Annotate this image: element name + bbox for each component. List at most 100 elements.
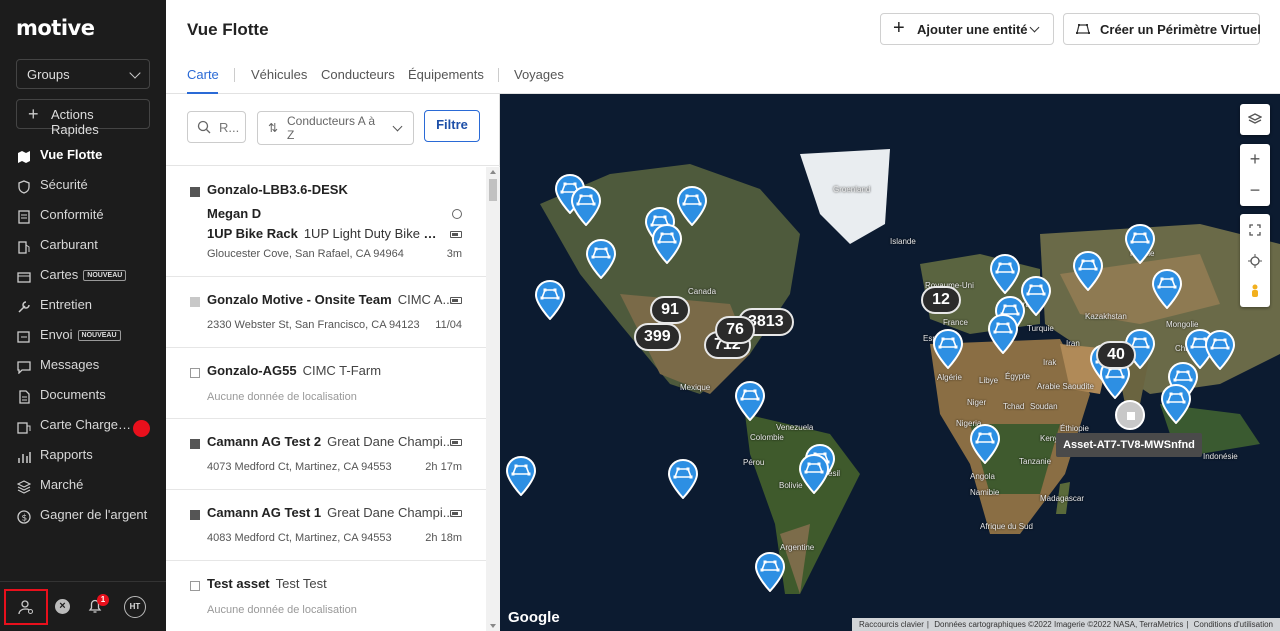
vehicle-pin-icon[interactable] bbox=[1152, 269, 1182, 309]
vehicle-pin-icon[interactable] bbox=[1161, 384, 1191, 424]
view-control bbox=[1240, 214, 1270, 307]
map-label: Argentine bbox=[780, 543, 815, 552]
sidebar-item-securite[interactable]: Sécurité bbox=[16, 172, 162, 202]
sidebar-item-envoi[interactable]: Envoi NOUVEAU bbox=[16, 322, 162, 352]
cluster-marker[interactable]: 399 bbox=[634, 323, 681, 351]
selected-asset-marker[interactable] bbox=[1115, 400, 1145, 430]
scroll-down-icon[interactable] bbox=[490, 624, 496, 628]
list-scrollbar[interactable] bbox=[486, 167, 500, 631]
vehicle-pin-icon[interactable] bbox=[755, 552, 785, 592]
vehicle-pin-icon[interactable] bbox=[535, 280, 565, 320]
status-square bbox=[190, 581, 200, 591]
search-input[interactable]: R... bbox=[187, 111, 246, 143]
vehicle-pin-icon[interactable] bbox=[571, 186, 601, 226]
vehicle-pin-icon[interactable] bbox=[652, 224, 682, 264]
filter-button[interactable]: Filtre bbox=[424, 110, 480, 142]
list-item[interactable]: Test asset Test Test Aucune donnée de loc… bbox=[166, 561, 486, 631]
sidebar-item-label: Rapports bbox=[40, 447, 93, 462]
tab-carte[interactable]: Carte bbox=[187, 67, 219, 82]
cluster-marker[interactable]: 12 bbox=[921, 286, 961, 314]
map-label: Namibie bbox=[970, 488, 1000, 497]
map-label: Madagascar bbox=[1040, 494, 1085, 503]
motive-logo[interactable]: motive bbox=[16, 16, 95, 40]
battery-icon bbox=[450, 231, 462, 238]
sidebar-item-vue-flotte[interactable]: Vue Flotte bbox=[16, 142, 162, 172]
tab-equipements[interactable]: Équipements bbox=[408, 67, 484, 82]
vehicle-pin-icon[interactable] bbox=[990, 254, 1020, 294]
list-item[interactable]: Gonzalo-AG55 CIMC T-Farm Aucune donnée de… bbox=[166, 348, 486, 419]
sidebar-item-carte-charge[interactable]: Carte Charge… bbox=[16, 412, 162, 442]
street-view-icon[interactable] bbox=[1240, 276, 1270, 307]
avatar[interactable]: HT bbox=[124, 596, 146, 618]
layers-icon[interactable] bbox=[1240, 104, 1270, 135]
sidebar-item-rapports[interactable]: Rapports bbox=[16, 442, 162, 472]
list-item[interactable]: Gonzalo-LBB3.6-DESK Megan D 1UP Bike Rac… bbox=[166, 167, 486, 277]
vehicle-pin-icon[interactable] bbox=[799, 454, 829, 494]
sidebar-item-documents[interactable]: Documents bbox=[16, 382, 162, 412]
scroll-up-icon[interactable] bbox=[490, 170, 496, 174]
sidebar-item-conformite[interactable]: Conformité bbox=[16, 202, 162, 232]
map-label: Éthiopie bbox=[1060, 424, 1089, 433]
vehicle-pin-icon[interactable] bbox=[506, 456, 536, 496]
vehicle-pin-icon[interactable] bbox=[1205, 330, 1235, 370]
layers-control[interactable] bbox=[1240, 104, 1270, 135]
plus-icon: + bbox=[893, 17, 905, 39]
tab-vehicules[interactable]: Véhicules bbox=[251, 67, 307, 82]
vehicle-pin-icon[interactable] bbox=[668, 459, 698, 499]
cluster-marker[interactable]: 76 bbox=[715, 316, 755, 344]
quick-actions-button[interactable]: + Actions Rapides bbox=[16, 99, 150, 137]
sort-dropdown[interactable]: ⇅ Conducteurs A à Z bbox=[257, 111, 414, 145]
chart-icon bbox=[18, 452, 31, 463]
zoom-in-button[interactable]: + bbox=[1240, 144, 1270, 175]
sidebar-item-entretien[interactable]: Entretien bbox=[16, 292, 162, 322]
keyboard-shortcuts-link[interactable]: Raccourcis clavier bbox=[859, 620, 924, 629]
map-label: Mongolie bbox=[1166, 320, 1199, 329]
search-placeholder: R... bbox=[219, 120, 240, 135]
locate-icon[interactable] bbox=[1240, 245, 1270, 276]
fullscreen-icon[interactable] bbox=[1240, 214, 1270, 245]
cluster-marker[interactable]: 40 bbox=[1096, 341, 1136, 369]
list-item[interactable]: Camann AG Test 1 Great Dane Champi... 408… bbox=[166, 490, 486, 561]
item-title: Test asset bbox=[207, 576, 270, 591]
scroll-thumb[interactable] bbox=[489, 179, 497, 201]
map-label: Tanzanie bbox=[1019, 457, 1052, 466]
satellite-map-background bbox=[500, 94, 1280, 631]
sidebar-item-messages[interactable]: Messages bbox=[16, 352, 162, 382]
close-circle-icon[interactable]: × bbox=[55, 599, 70, 614]
fleet-map[interactable]: Groenland Islande Canada Royaume-Uni Fra… bbox=[500, 94, 1280, 631]
cluster-marker[interactable]: 91 bbox=[650, 296, 690, 324]
zoom-out-button[interactable]: − bbox=[1240, 175, 1270, 206]
groups-dropdown[interactable]: Groups bbox=[16, 59, 150, 89]
user-settings-button[interactable] bbox=[4, 589, 48, 625]
add-entity-button[interactable]: + Ajouter une entité bbox=[880, 13, 1054, 45]
vehicle-pin-icon[interactable] bbox=[970, 424, 1000, 464]
card-icon bbox=[17, 272, 31, 283]
asset-detail: 1UP Light Duty Bike Rac... bbox=[303, 226, 442, 241]
vehicle-pin-icon[interactable] bbox=[1073, 251, 1103, 291]
sidebar-item-label: Marché bbox=[40, 477, 84, 492]
vehicle-pin-icon[interactable] bbox=[586, 239, 616, 279]
terms-link[interactable]: Conditions d'utilisation bbox=[1194, 620, 1273, 629]
vehicle-pin-icon[interactable] bbox=[677, 186, 707, 226]
sidebar-footer: × 1 HT bbox=[0, 581, 166, 631]
sidebar-item-cartes[interactable]: Cartes NOUVEAU bbox=[16, 262, 162, 292]
map-label: Égypte bbox=[1005, 372, 1030, 381]
wrench-icon bbox=[18, 301, 30, 313]
sidebar-item-gagner[interactable]: $ Gagner de l'argent bbox=[16, 502, 162, 532]
list-item[interactable]: Camann AG Test 2 Great Dane Champi... 407… bbox=[166, 419, 486, 490]
vehicle-pin-icon[interactable] bbox=[933, 329, 963, 369]
vehicle-pin-icon[interactable] bbox=[1021, 276, 1051, 316]
sidebar-item-marche[interactable]: Marché bbox=[16, 472, 162, 502]
sidebar-item-carburant[interactable]: Carburant bbox=[16, 232, 162, 262]
new-badge: NOUVEAU bbox=[83, 270, 127, 281]
vehicle-pin-icon[interactable] bbox=[1125, 224, 1155, 264]
vehicle-pin-icon[interactable] bbox=[988, 314, 1018, 354]
tab-conducteurs[interactable]: Conducteurs bbox=[321, 67, 395, 82]
item-name: Gonzalo-LBB3.6-DESK bbox=[207, 182, 348, 197]
tab-divider bbox=[234, 68, 235, 82]
create-geofence-button[interactable]: Créer un Périmètre Virtuel bbox=[1063, 13, 1261, 45]
map-label: Colombie bbox=[750, 433, 784, 442]
tab-voyages[interactable]: Voyages bbox=[514, 67, 564, 82]
vehicle-pin-icon[interactable] bbox=[735, 381, 765, 421]
list-item[interactable]: Gonzalo Motive - Onsite Team CIMC A... 23… bbox=[166, 277, 486, 348]
